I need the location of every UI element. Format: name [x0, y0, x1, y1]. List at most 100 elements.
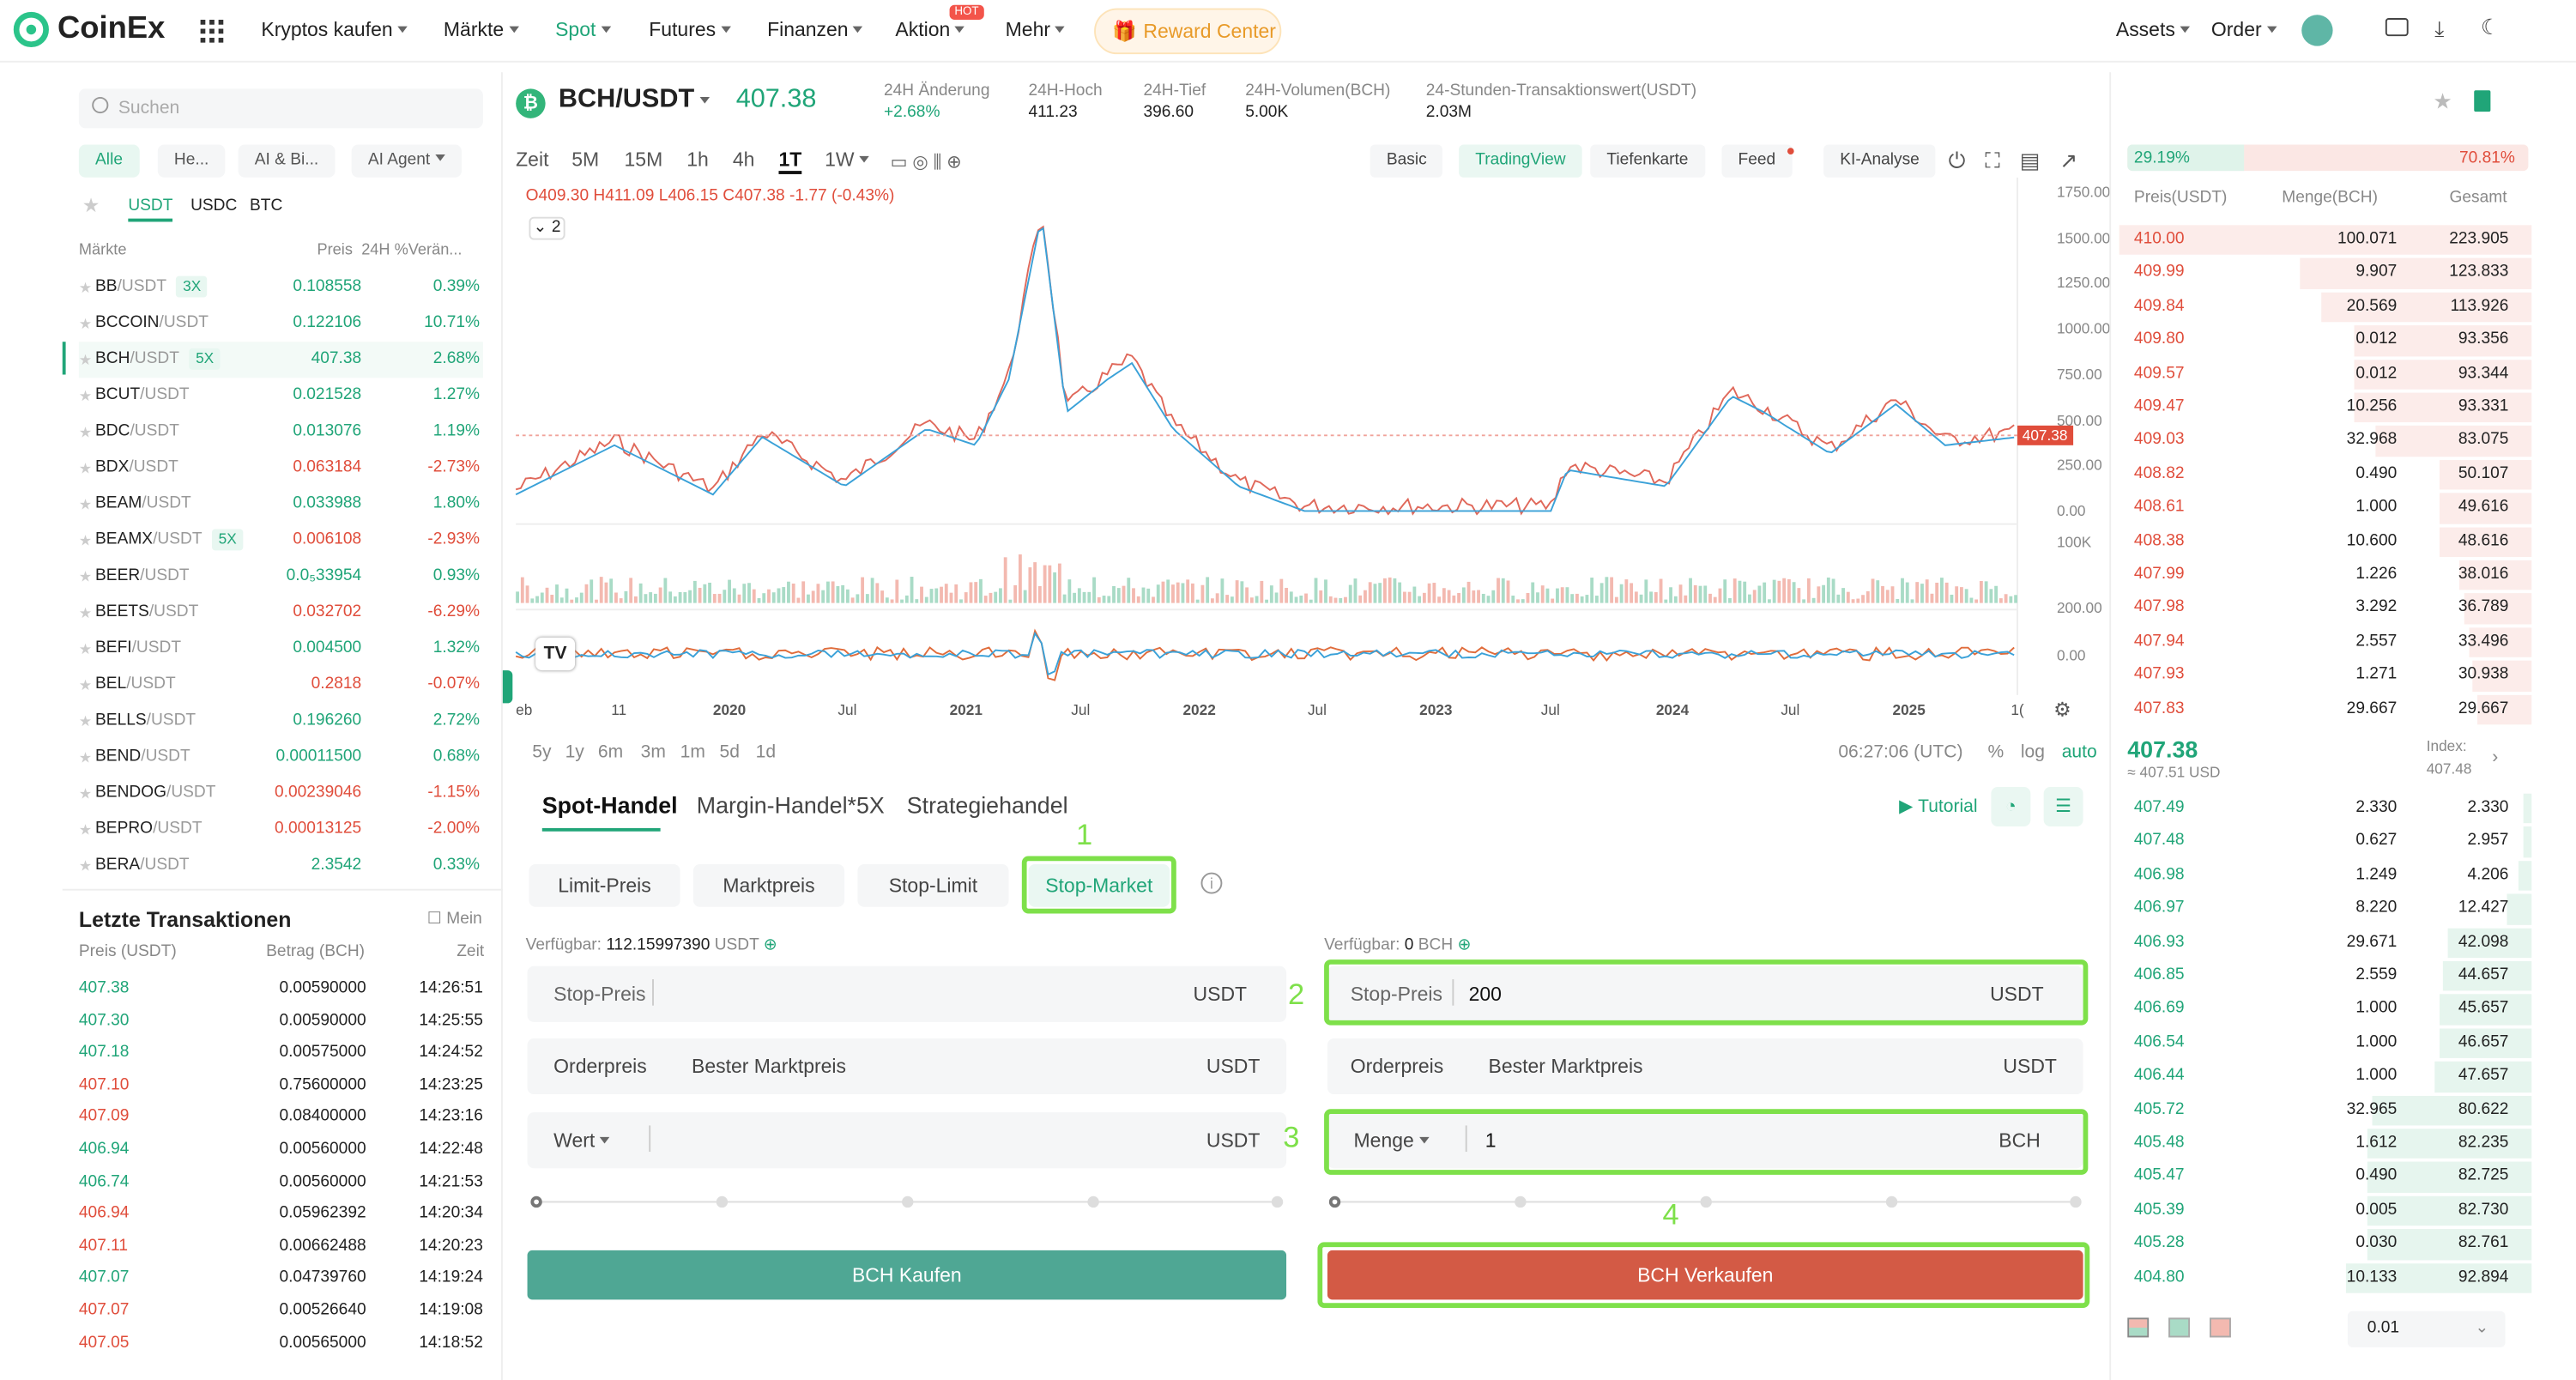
timeframe-4[interactable]: 4h: [733, 148, 755, 171]
chevron-right-icon[interactable]: ›: [2492, 748, 2498, 767]
range-5d[interactable]: 5d: [720, 742, 740, 762]
book-row[interactable]: 409.80 0.012 93.356: [2111, 324, 2532, 358]
slider-step-100[interactable]: [2070, 1195, 2082, 1208]
book-row[interactable]: 407.93 1.271 30.938: [2111, 659, 2532, 693]
deposit-plus-icon[interactable]: ⊕: [1458, 936, 1472, 954]
range-1y[interactable]: 1y: [565, 742, 584, 762]
share-icon[interactable]: ↗: [2059, 148, 2077, 174]
book-row[interactable]: 404.80 10.133 92.894: [2111, 1262, 2532, 1295]
book-row[interactable]: 405.47 0.490 82.725: [2111, 1160, 2532, 1194]
timeframe-1[interactable]: 5M: [571, 148, 599, 171]
market-star-icon[interactable]: ★: [79, 559, 92, 595]
market-star-icon[interactable]: ★: [79, 631, 92, 667]
chart-settings-icon[interactable]: ⚙: [2053, 699, 2071, 722]
settings-sliders-icon[interactable]: ☰: [2043, 787, 2083, 826]
market-star-icon[interactable]: ★: [79, 740, 92, 776]
market-row[interactable]: ★ BERA/USDT 2.3542 0.33%: [79, 848, 483, 884]
tab-strategy[interactable]: Strategiehandel: [907, 792, 1068, 819]
book-row[interactable]: 407.99 1.226 38.016: [2111, 559, 2532, 592]
book-row[interactable]: 409.57 0.012 93.344: [2111, 358, 2532, 391]
sell-percent-slider[interactable]: [1328, 1195, 2082, 1208]
market-star-icon[interactable]: ★: [79, 342, 92, 378]
nav-6[interactable]: Mehr: [1006, 18, 1066, 41]
book-row[interactable]: 409.99 9.907 123.833: [2111, 257, 2532, 290]
market-row[interactable]: ★ BCH/USDT 5X 407.38 2.68%: [78, 342, 483, 378]
book-row[interactable]: 407.48 0.627 2.957: [2111, 826, 2532, 859]
range-1m[interactable]: 1m: [680, 742, 705, 762]
percent-scale[interactable]: %: [1988, 742, 2005, 762]
tradingview-logo[interactable]: TV: [535, 637, 576, 671]
chart-view-2[interactable]: Tiefenkarte: [1590, 144, 1705, 178]
buy-amount-mode[interactable]: Wert: [553, 1129, 609, 1152]
chart-tools-icons[interactable]: ▭ ◎ ⫼ ⊕: [891, 151, 962, 174]
market-row[interactable]: ★ BB/USDT 3X 0.108558 0.39%: [79, 269, 483, 306]
col-market[interactable]: Märkte: [79, 241, 127, 259]
coinex-logo[interactable]: CoinEx: [13, 11, 165, 48]
nav-1[interactable]: Märkte: [444, 18, 518, 41]
book-row[interactable]: 407.98 3.292 36.789: [2111, 592, 2532, 626]
book-row[interactable]: 409.47 10.256 93.331: [2111, 391, 2532, 425]
timeframe-5[interactable]: 1T: [778, 148, 802, 174]
range-5y[interactable]: 5y: [532, 742, 551, 762]
market-row[interactable]: ★ BDC/USDT 0.013076 1.19%: [79, 414, 483, 450]
book-row[interactable]: 406.44 1.000 47.657: [2111, 1060, 2532, 1093]
book-row[interactable]: 405.39 0.005 82.730: [2111, 1194, 2532, 1227]
book-row[interactable]: 406.93 29.671 42.098: [2111, 926, 2532, 959]
slider-step-50[interactable]: [1700, 1195, 1712, 1208]
slider-step-75[interactable]: [1087, 1195, 1099, 1208]
slider-step-25[interactable]: [716, 1195, 729, 1208]
slider-step-25[interactable]: [1515, 1195, 1527, 1208]
market-row[interactable]: ★ BEETS/USDT 0.032702 -6.29%: [79, 595, 483, 631]
download-icon[interactable]: ⤓: [2434, 16, 2444, 43]
market-row[interactable]: ★ BEFI/USDT 0.004500 1.32%: [79, 631, 483, 667]
chip-ai-agent[interactable]: AI Agent: [351, 144, 462, 178]
book-row[interactable]: 406.97 8.220 12.427: [2111, 893, 2532, 926]
market-row[interactable]: ★ BEPRO/USDT 0.00013125 -2.00%: [79, 812, 483, 848]
market-row[interactable]: ★ BEL/USDT 0.2818 -0.07%: [79, 667, 483, 703]
market-star-icon[interactable]: ★: [79, 487, 92, 523]
market-row[interactable]: ★ BEAMX/USDT 5X 0.006108 -2.93%: [79, 523, 483, 559]
reward-center-button[interactable]: 🎁 Reward Center: [1094, 8, 1282, 55]
timeframe-0[interactable]: Zeit: [516, 148, 548, 171]
chart-view-3[interactable]: Feed: [1721, 144, 1793, 178]
apps-grid-icon[interactable]: [200, 19, 224, 48]
quote-tab-btc[interactable]: BTC: [250, 197, 282, 215]
book-row[interactable]: 405.28 0.030 82.761: [2111, 1227, 2532, 1261]
buy-stop-price-field[interactable]: Stop-Preis USDT: [527, 965, 1287, 1022]
market-star-icon[interactable]: ★: [79, 451, 92, 487]
nav-4[interactable]: Finanzen: [767, 18, 863, 41]
market-star-icon[interactable]: ★: [79, 269, 92, 306]
chart-view-0[interactable]: Basic: [1370, 144, 1443, 178]
avatar[interactable]: [2301, 15, 2333, 46]
buy-bch-button[interactable]: BCH Kaufen: [527, 1250, 1287, 1300]
market-star-icon[interactable]: ★: [79, 306, 92, 342]
quote-tab-usdc[interactable]: USDC: [190, 197, 237, 215]
layout-icon[interactable]: ▤: [2020, 148, 2041, 174]
tutorial-link[interactable]: ▶ Tutorial: [1899, 796, 1977, 817]
market-row[interactable]: ★ BEND/USDT 0.00011500 0.68%: [79, 740, 483, 776]
timeframe-6[interactable]: 1W: [825, 148, 869, 171]
market-star-icon[interactable]: ★: [79, 848, 92, 884]
chart-side-handle[interactable]: [502, 670, 513, 704]
book-row[interactable]: 407.83 29.667 29.667: [2111, 693, 2532, 726]
history-icon[interactable]: ◔: [1991, 787, 2031, 826]
info-icon[interactable]: i: [1200, 872, 1223, 894]
order-menu[interactable]: Order: [2211, 18, 2277, 41]
precision-select[interactable]: 0.01 ⌄: [2347, 1310, 2506, 1347]
range-6m[interactable]: 6m: [598, 742, 623, 762]
book-row[interactable]: 408.61 1.000 49.616: [2111, 492, 2532, 525]
nav-5[interactable]: Aktion: [895, 18, 964, 41]
layout-asks-icon[interactable]: [2210, 1317, 2231, 1338]
book-row[interactable]: 406.98 1.249 4.206: [2111, 859, 2532, 893]
market-star-icon[interactable]: ★: [79, 776, 92, 812]
buy-percent-slider[interactable]: [530, 1195, 1284, 1208]
chat-icon[interactable]: [2385, 18, 2409, 37]
nav-3[interactable]: Futures: [649, 18, 730, 41]
tab-margin[interactable]: Margin-Handel*5X: [697, 792, 885, 819]
chip-hot[interactable]: He...: [157, 144, 226, 178]
layout-both-icon[interactable]: [2127, 1317, 2150, 1338]
market-row[interactable]: ★ BCCOIN/USDT 0.122106 10.71%: [79, 306, 483, 342]
slider-step-75[interactable]: [1885, 1195, 1898, 1208]
layout-bids-icon[interactable]: [2168, 1317, 2191, 1338]
power-icon[interactable]: ⏻: [1949, 148, 1966, 174]
